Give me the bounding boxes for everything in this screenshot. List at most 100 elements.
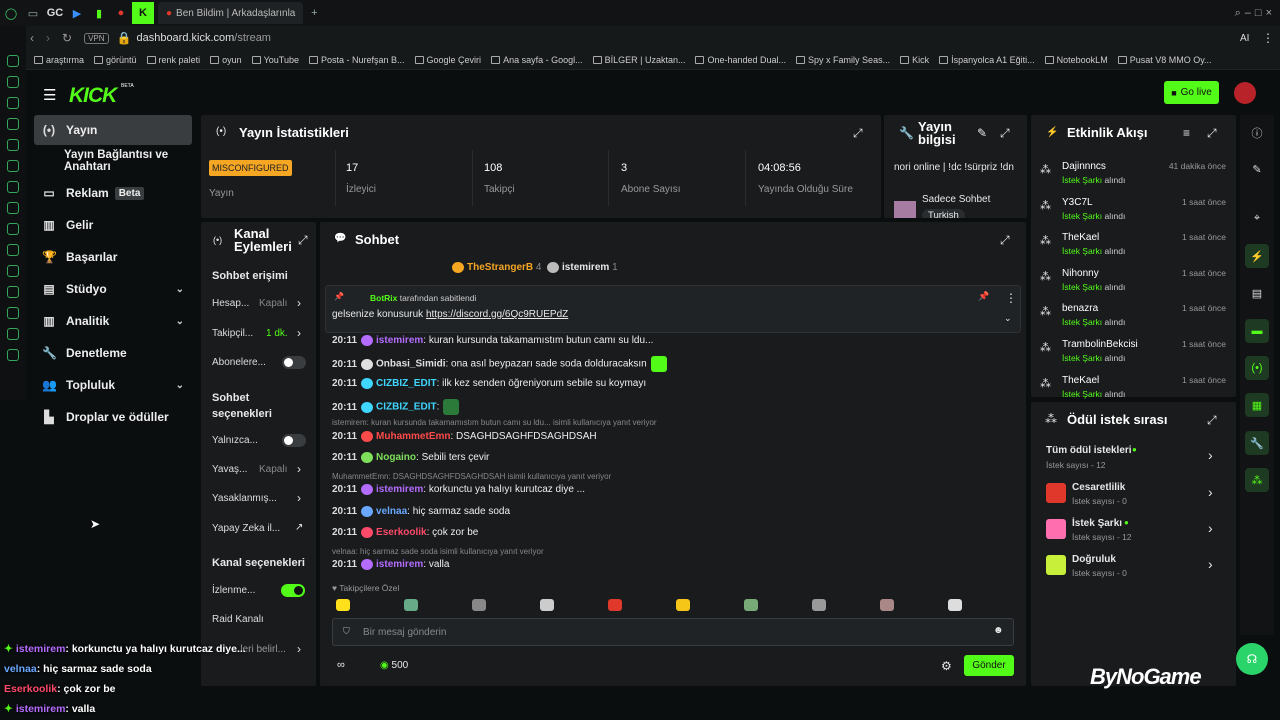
sidebar-item-gelir[interactable]: ▥ Gelir — [34, 210, 192, 240]
event-item[interactable]: ⁂ Nihonny 1 saat önce İstek Şarkı alındı — [1040, 268, 1226, 304]
sidebar-app-icon[interactable] — [7, 118, 19, 130]
slow-mode-value[interactable]: Kapalı — [259, 464, 287, 475]
reward-icon[interactable]: ⁂ — [1245, 468, 1269, 492]
settings-icon[interactable]: ⚙ — [941, 659, 952, 673]
close-icon[interactable]: × — [1266, 7, 1272, 20]
banned-words-label[interactable]: Yasaklanmış... — [212, 493, 277, 504]
tab-icon[interactable]: ▭ — [22, 2, 44, 24]
emote-icon[interactable] — [404, 599, 418, 611]
bookmark-item[interactable]: renk paleti — [146, 55, 200, 65]
bookmark-item[interactable]: Spy x Family Seas... — [796, 55, 890, 65]
grid-icon[interactable]: ▦ — [1245, 393, 1269, 417]
chevron-right-icon[interactable]: › — [297, 462, 301, 476]
bookmark-item[interactable]: Kick — [900, 55, 929, 65]
sidebar-item-studyo[interactable]: ▤ Stüdyo ⌄ — [34, 274, 192, 304]
chat-username[interactable]: istemirem — [376, 335, 423, 346]
emote-icon[interactable] — [608, 599, 622, 611]
top-chatter-1[interactable]: TheStrangerB — [467, 262, 533, 273]
wrench-icon[interactable]: 🔧 — [1245, 431, 1269, 455]
chart-icon[interactable]: ↗ — [295, 522, 303, 533]
chat-username[interactable]: velnaa — [376, 506, 407, 517]
target-icon[interactable]: ⌖ — [1245, 206, 1269, 230]
settings-icon[interactable] — [7, 349, 19, 361]
expand-icon[interactable]: ⤢ — [1000, 233, 1010, 248]
sidebar-item-denetleme[interactable]: 🔧 Denetleme — [34, 338, 192, 368]
sidebar-item-baglanti[interactable]: Yayın Bağlantısı ve Anahtarı — [34, 146, 192, 176]
kick-logo[interactable]: KICK — [69, 84, 117, 108]
sidebar-item-basarilar[interactable]: 🏆 Başarılar — [34, 242, 192, 272]
bookmark-item[interactable]: Google Çeviri — [414, 55, 481, 65]
bolt-icon[interactable]: ⚡ — [1245, 244, 1269, 268]
followers-only-value[interactable]: 1 dk. — [266, 328, 288, 339]
bookmark-item[interactable]: YouTube — [251, 55, 299, 65]
sidebar-item-reklam[interactable]: ▭ Reklam Beta — [34, 178, 192, 208]
emote-icon[interactable] — [812, 599, 826, 611]
search-icon[interactable]: ⌕ — [1235, 7, 1241, 20]
new-tab-icon[interactable]: + — [303, 2, 325, 24]
minimize-icon[interactable]: – — [1245, 7, 1251, 20]
vpn-badge[interactable]: VPN — [84, 32, 109, 44]
forward-icon[interactable]: › — [46, 31, 50, 45]
bookmark-item[interactable]: İspanyolca A1 Eğiti... — [939, 55, 1035, 65]
active-tab[interactable]: ● Ben Bildim | Arkadaşlarınla — [158, 2, 304, 24]
reward-item[interactable]: Cesaretlilik İstek sayısı - 0 › — [1046, 481, 1222, 511]
edit-icon[interactable]: ✎ — [977, 126, 987, 140]
event-item[interactable]: ⁂ Dajinnncs 41 dakika önce İstek Şarkı alın… — [1040, 161, 1226, 197]
ai-moderation-label[interactable]: Yapay Zeka il... — [212, 523, 280, 534]
menu-icon[interactable]: ⋮ — [1262, 31, 1274, 45]
bookmark-item[interactable]: BİLGER | Uzaktan... — [592, 55, 685, 65]
bookmark-item[interactable]: oyun — [210, 55, 242, 65]
chat-username[interactable]: CIZBIZ_EDIT — [376, 378, 437, 389]
discord-icon[interactable] — [7, 181, 19, 193]
sidebar-app-icon[interactable] — [7, 55, 19, 67]
bookmark-item[interactable]: Pusat V8 MMO Oy... — [1117, 55, 1212, 65]
chevron-right-icon[interactable]: › — [297, 491, 301, 505]
account-age-value[interactable]: Kapalı — [259, 298, 287, 309]
hamburger-icon[interactable]: ☰ — [43, 86, 56, 104]
ai-button[interactable]: AI — [1240, 33, 1249, 44]
event-item[interactable]: ⁂ TrambolinBekcisi 1 saat önce İstek Şarkı … — [1040, 339, 1226, 375]
chevron-right-icon[interactable]: › — [297, 326, 301, 340]
x-icon[interactable] — [7, 244, 19, 256]
chat-username[interactable]: Eserkoolik — [376, 527, 427, 538]
sidebar-app-icon[interactable] — [7, 76, 19, 88]
bookmark-item[interactable]: görüntü — [94, 55, 137, 65]
play-icon[interactable]: ▶ — [66, 2, 88, 24]
chat-username[interactable]: Onbasi_Simidi — [376, 359, 445, 370]
emote-icon[interactable] — [948, 599, 962, 611]
account-age-label[interactable]: Hesap... — [212, 298, 249, 309]
event-item[interactable]: ⁂ TheKael 1 saat önce İstek Şarkı alındı — [1040, 232, 1226, 268]
opera-icon[interactable]: ◯ — [0, 2, 22, 24]
top-chatter-2[interactable]: istemirem — [562, 262, 609, 273]
chat-username[interactable]: istemirem — [376, 484, 423, 495]
raid-channel-label[interactable]: Raid Kanalı — [212, 614, 264, 625]
emote-icon[interactable] — [472, 599, 486, 611]
bookmark-item[interactable]: araştırma — [34, 55, 84, 65]
reward-item[interactable]: Doğruluk İstek sayısı - 0 › — [1046, 553, 1222, 583]
tiktok-icon[interactable] — [7, 223, 19, 235]
chat-username[interactable]: Nogaino — [376, 452, 416, 463]
info-icon[interactable]: ⓘ — [1245, 121, 1269, 145]
chat-username[interactable]: MuhammetEmn — [376, 431, 450, 442]
emote-only-toggle[interactable] — [282, 434, 306, 447]
bars-icon[interactable]: ▮ — [88, 2, 110, 24]
bookmark-item[interactable]: NotebookLM — [1044, 55, 1108, 65]
sidebar-app-icon[interactable] — [7, 265, 19, 277]
expand-icon[interactable]: ⤢ — [298, 233, 308, 248]
tag-badge[interactable]: Turkish — [922, 209, 965, 218]
slow-mode-label[interactable]: Yavaş... — [212, 464, 247, 475]
points-icon[interactable]: ∞ — [337, 659, 345, 671]
chevron-right-icon[interactable]: › — [297, 642, 301, 656]
emoji-icon[interactable]: ☻ — [993, 625, 1004, 636]
chat-username[interactable]: CIZBIZ_EDIT — [376, 402, 437, 413]
event-item[interactable]: ⁂ Y3C7L 1 saat önce İstek Şarkı alındı — [1040, 197, 1226, 233]
sidebar-app-icon[interactable] — [7, 139, 19, 151]
kick-tab-icon[interactable]: K — [132, 2, 154, 24]
emote-icon[interactable] — [540, 599, 554, 611]
gc-icon[interactable]: GC — [44, 2, 66, 24]
go-live-button[interactable]: ■ Go live — [1164, 81, 1219, 104]
support-button[interactable]: ☊ — [1236, 643, 1268, 675]
sidebar-item-yayin[interactable]: (•) Yayın — [34, 115, 192, 145]
sidebar-app-icon[interactable] — [7, 97, 19, 109]
chat-icon[interactable]: ▬ — [1245, 319, 1269, 343]
